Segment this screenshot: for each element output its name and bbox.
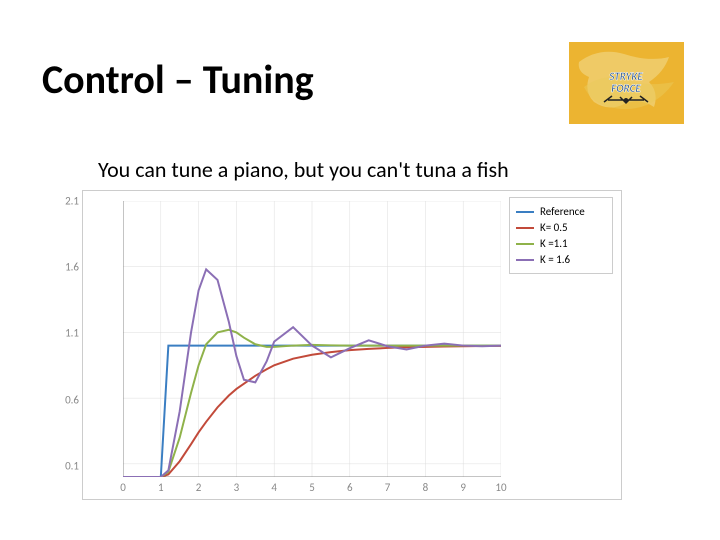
chart-container: 0.10.61.11.62.1 012345678910 ReferenceK=… <box>82 190 622 500</box>
legend-entry: Reference <box>516 205 606 218</box>
x-tick-label: 2 <box>196 481 202 494</box>
y-tick-label: 2.1 <box>65 195 79 208</box>
x-tick-label: 6 <box>347 481 353 494</box>
legend-swatch <box>516 211 534 213</box>
legend-entry: K =1.1 <box>516 237 606 250</box>
y-tick-label: 1.1 <box>65 327 79 340</box>
subtitle-text: You can tune a piano, but you can't tuna… <box>98 156 509 183</box>
x-tick-label: 9 <box>460 481 466 494</box>
legend-entry: K = 1.6 <box>516 253 606 266</box>
page-title: Control – Tuning <box>42 55 314 104</box>
legend-swatch <box>516 243 534 245</box>
legend-swatch <box>516 259 534 261</box>
x-tick-label: 0 <box>120 481 126 494</box>
legend-swatch <box>516 227 534 229</box>
x-axis-labels: 012345678910 <box>123 481 501 495</box>
stryke-force-logo-icon: STRYKE FORCE <box>569 42 684 124</box>
legend-label: Reference <box>540 205 585 218</box>
legend-label: K= 0.5 <box>540 221 568 234</box>
legend-label: K = 1.6 <box>540 253 570 266</box>
team-logo: STRYKE FORCE <box>569 42 684 124</box>
legend-label: K =1.1 <box>540 237 568 250</box>
x-tick-label: 8 <box>423 481 429 494</box>
svg-text:FORCE: FORCE <box>611 82 641 95</box>
x-tick-label: 10 <box>495 481 506 494</box>
x-tick-label: 3 <box>234 481 240 494</box>
chart-legend: Reference K= 0.5 K =1.1 K = 1.6 <box>509 197 613 274</box>
chart-lines <box>123 201 501 477</box>
y-tick-label: 1.6 <box>65 261 79 274</box>
chart-plot-area <box>123 201 501 477</box>
x-tick-label: 7 <box>385 481 391 494</box>
x-tick-label: 1 <box>158 481 164 494</box>
y-tick-label: 0.6 <box>65 393 79 406</box>
y-axis-labels: 0.1 0.6 1.1 1.6 2.1 <box>53 191 79 499</box>
y-tick-label: 0.1 <box>65 459 79 472</box>
legend-entry: K= 0.5 <box>516 221 606 234</box>
x-tick-label: 5 <box>309 481 315 494</box>
x-tick-label: 4 <box>271 481 277 494</box>
